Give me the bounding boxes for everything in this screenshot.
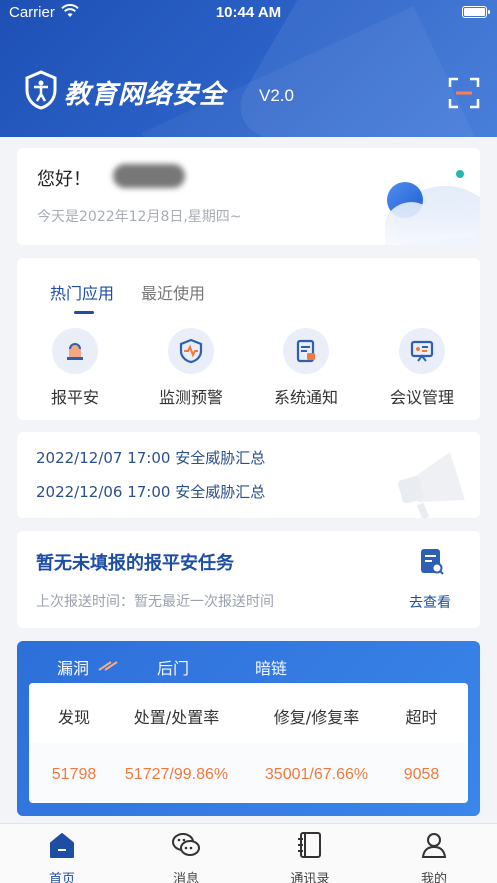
app-label: 监测预警 [158,388,223,407]
user-icon [421,833,447,858]
notice-item[interactable]: 2022/12/06 17:00 安全威胁汇总 [36,481,265,502]
stats-header: 发现 [57,708,90,727]
greeting-hello: 您好！ [37,169,91,190]
tabbar-contacts[interactable]: 通讯录 [270,830,350,883]
tabbar-home[interactable]: 首页 [22,830,102,883]
active-tab-mark-icon [98,661,118,671]
stats-header: 处置/处置率 [133,708,220,727]
view-task-link[interactable]: 去查看 [409,592,451,612]
app-version: V2.0 [259,86,294,105]
greeting-date: 今天是2022年12月8日,星期四~ [37,209,242,225]
stats-header: 修复/修复率 [273,708,360,727]
task-card: 暂无未填报的报平安任务 上次报送时间：暂无最近一次报送时间 去查看 [17,531,480,628]
stats-value: 51727/99.86% [124,766,229,783]
tab-backdoor[interactable]: 后门 [157,655,189,679]
stats-header-row: 发现 处置/处置率 修复/修复率 超时 [29,683,468,743]
stats-header: 超时 [405,708,438,727]
tabbar-label: 我的 [420,872,447,883]
app-label: 报平安 [50,388,99,407]
tab-hot-apps[interactable]: 热门应用 [50,280,114,304]
header: Carrier 10:44 AM 教育网络安全 V2.0 [0,0,497,137]
stats-card: 漏洞 后门 暗链 发现 处置/处置率 修复/修复率 超时 51798 51727… [17,641,480,816]
shield-pulse-icon [168,328,214,374]
megaphone-icon [398,452,465,518]
notice-card: 2022/12/07 17:00 安全威胁汇总 2022/12/06 17:00… [17,432,480,518]
battery-icon [462,6,490,18]
task-title: 暂无未填报的报平安任务 [36,553,234,574]
app-meeting-manage[interactable]: 会议管理 [372,328,472,408]
tab-darklink[interactable]: 暗链 [255,655,287,679]
app-monitor-alert[interactable]: 监测预警 [141,328,241,408]
stats-value: 35001/67.66% [264,766,369,783]
clock: 10:44 AM [215,4,282,21]
tabbar-label: 首页 [48,872,75,883]
tab-recent[interactable]: 最近使用 [141,280,205,304]
home-icon [50,833,74,858]
tabbar-label: 消息 [172,872,199,883]
stats-value: 9058 [403,766,440,783]
report-search-icon [421,549,444,575]
tabbar-messages[interactable]: 消息 [146,830,226,883]
cloud-decoration-icon [385,170,480,245]
stats-value-row: 51798 51727/99.86% 35001/67.66% 9058 [29,743,468,803]
bell-icon [52,328,98,374]
shield-logo-icon [25,70,57,110]
apps-card: 热门应用 最近使用 报平安 监测预警 系统通知 会议管理 [17,258,480,420]
greeting-card: 您好！ 今天是2022年12月8日,星期四~ [17,148,480,245]
app-title: 教育网络安全 [64,80,227,110]
active-tab-indicator [74,311,94,314]
tab-bar: 首页 消息 通讯录 我的 [0,823,497,883]
contacts-book-icon [298,832,321,858]
scan-icon[interactable] [448,77,480,109]
app-label: 会议管理 [389,388,454,407]
presentation-icon [399,328,445,374]
tabbar-label: 通讯录 [290,872,330,883]
app-label: 系统通知 [273,388,338,407]
blurred-username [113,164,185,188]
tabbar-profile[interactable]: 我的 [394,830,474,883]
app-system-notice[interactable]: 系统通知 [256,328,356,408]
chat-icon [172,833,200,856]
task-subtitle: 上次报送时间：暂无最近一次报送时间 [36,594,274,610]
document-notice-icon [283,328,329,374]
notice-item[interactable]: 2022/12/07 17:00 安全威胁汇总 [36,447,265,468]
app-report-safety[interactable]: 报平安 [25,328,125,408]
stats-table: 发现 处置/处置率 修复/修复率 超时 51798 51727/99.86% 3… [29,683,468,803]
tab-vulnerability[interactable]: 漏洞 [57,655,89,679]
stats-value: 51798 [51,766,97,783]
status-bar: Carrier 10:44 AM [0,0,497,26]
